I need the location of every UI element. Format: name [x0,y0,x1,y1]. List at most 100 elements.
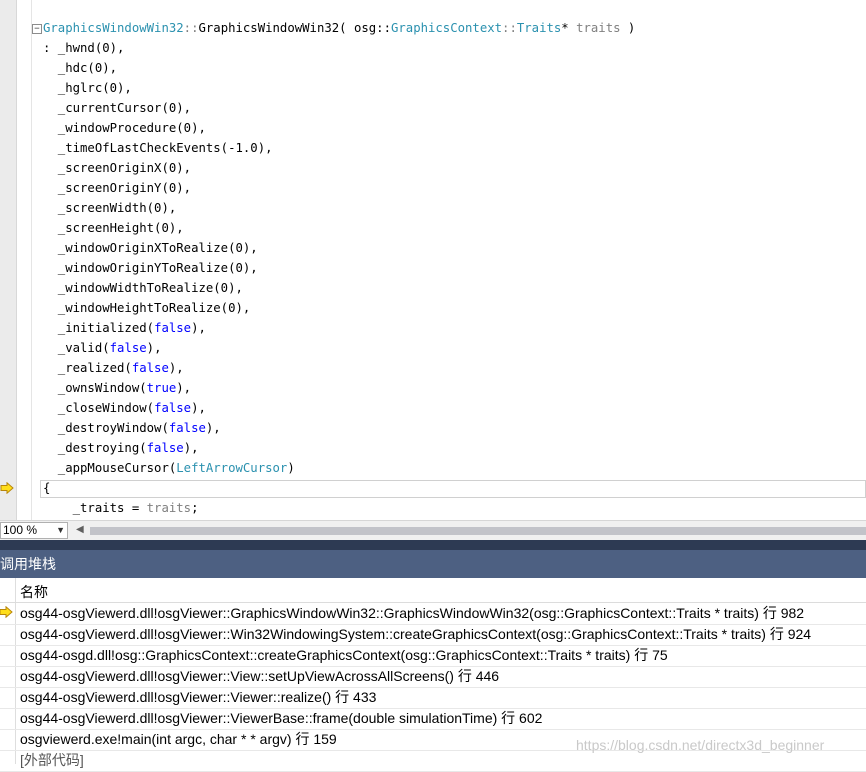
code-token: true [146,381,177,395]
call-stack-frame-label: [外部代码] [20,752,84,768]
code-line-text: _ownsWindow(true), [43,378,191,398]
code-line-text: _screenOriginY(0), [43,178,191,198]
column-header-name[interactable]: 名称 [20,582,48,602]
breakpoint-gutter[interactable] [0,0,17,520]
code-token: false [146,441,184,455]
call-stack-frame-label: osgviewerd.exe!main(int argc, char * * a… [20,731,337,747]
instruction-pointer-icon [0,482,14,494]
code-token: _closeWindow( [43,401,155,415]
code-line-text: _timeOfLastCheckEvents(-1.0), [43,138,273,158]
code-token: false [154,321,192,335]
code-line-text: _valid(false), [43,338,162,358]
table-header: 名称 [0,578,866,603]
watermark-url: https://blog.csdn.net/directx3d_beginner [576,737,825,753]
code-token: _windowWidthToRealize(0), [43,281,243,295]
code-token: _timeOfLastCheckEvents(-1.0), [43,141,273,155]
code-line-text: _realized(false), [43,358,184,378]
code-token: _windowOriginYToRealize(0), [43,261,258,275]
code-line-text: GraphicsWindowWin32::GraphicsWindowWin32… [43,18,635,38]
code-token: ), [176,381,192,395]
code-token: ), [191,401,206,415]
code-token: _screenOriginY(0), [43,181,192,195]
panel-title: 调用堆栈 [0,556,56,572]
code-line-text: : _hwnd(0), [43,38,124,58]
horizontal-scrollbar[interactable]: ◀ [70,523,866,538]
code-token: _destroying( [43,441,147,455]
code-token: GraphicsWindowWin32( osg:: [198,21,391,35]
code-token: : _hwnd(0), [43,41,125,55]
code-token: _windowOriginXToRealize(0), [43,241,258,255]
code-line-text: _hdc(0), [43,58,117,78]
call-stack-frame-label: osg44-osgViewerd.dll!osgViewer::ViewerBa… [20,710,543,726]
code-line-text: _windowWidthToRealize(0), [43,278,243,298]
chevron-down-icon[interactable]: ▼ [56,523,65,538]
code-token: false [154,401,192,415]
code-line-text: _appMouseCursor(LeftArrowCursor) [43,458,295,478]
call-stack-frame-label: osg44-osgViewerd.dll!osgViewer::Graphics… [20,605,805,621]
call-stack-row[interactable]: osg44-osgViewerd.dll!osgViewer::ViewerBa… [0,708,866,730]
call-stack-row[interactable]: osg44-osgViewerd.dll!osgViewer::Viewer::… [0,687,866,709]
call-stack-row[interactable]: osg44-osgd.dll!osg::GraphicsContext::cre… [0,645,866,667]
code-token: traits [146,501,192,515]
code-token: _realized( [43,361,132,375]
code-line-text: _windowOriginXToRealize(0), [43,238,258,258]
call-stack-frame-label: osg44-osgViewerd.dll!osgViewer::Win32Win… [20,626,812,642]
code-token: GraphicsContext [390,21,503,35]
scrollbar-thumb[interactable] [90,527,866,535]
code-token: _ownsWindow( [43,381,147,395]
call-stack-row[interactable]: [外部代码] [0,750,866,772]
code-token: ) [620,21,636,35]
code-token: :: [183,21,199,35]
editor-status-bar: 100 % ▼ ◀ [0,520,866,541]
code-token: _currentCursor(0), [43,101,192,115]
call-stack-frame-label: osg44-osgd.dll!osg::GraphicsContext::cre… [20,647,668,663]
call-stack-frame-label: osg44-osgViewerd.dll!osgViewer::View::se… [20,668,500,684]
code-line-text: _currentCursor(0), [43,98,191,118]
call-stack-panel-header: 调用堆栈 [0,550,866,578]
code-token: false [131,361,169,375]
code-token: ), [183,441,199,455]
code-token: :: [502,21,517,35]
zoom-select[interactable]: 100 % ▼ [0,522,68,539]
code-line-text: _destroyWindow(false), [43,418,221,438]
code-line-text: _screenWidth(0), [43,198,176,218]
code-token: _windowProcedure(0), [43,121,206,135]
panel-splitter[interactable] [0,540,866,550]
code-token: ), [191,321,206,335]
collapse-icon[interactable]: − [32,24,42,34]
code-token: ; [191,501,199,515]
code-token: _windowHeightToRealize(0), [43,301,251,315]
code-line-text: _windowHeightToRealize(0), [43,298,251,318]
code-token: ), [205,421,221,435]
code-line-text: _initialized(false), [43,318,206,338]
code-token: _hglrc(0), [43,81,132,95]
code-line-text: _windowOriginYToRealize(0), [43,258,258,278]
code-token: _screenHeight(0), [43,221,184,235]
code-token: _valid( [43,341,110,355]
code-token: Traits [516,21,562,35]
code-token: _appMouseCursor( [43,461,177,475]
call-stack-row[interactable]: osg44-osgViewerd.dll!osgViewer::Win32Win… [0,624,866,646]
code-token: LeftArrowCursor [176,461,288,475]
code-token: traits [576,21,621,35]
code-token: ) [287,461,295,475]
current-line-highlight [40,480,866,498]
call-stack-row[interactable]: osg44-osgViewerd.dll!osgViewer::View::se… [0,666,866,688]
code-line-text: _traits = traits; [43,498,199,518]
zoom-value: 100 % [3,523,38,537]
code-line-text: _screenOriginX(0), [43,158,191,178]
code-editor[interactable]: − GraphicsWindowWin32::GraphicsWindowWin… [0,0,866,520]
code-token: ), [146,341,162,355]
code-line-text: _closeWindow(false), [43,398,206,418]
code-line-text: _windowProcedure(0), [43,118,206,138]
code-token: _traits = [43,501,147,515]
code-token: false [109,341,147,355]
code-token: _screenWidth(0), [43,201,177,215]
code-token: _screenOriginX(0), [43,161,192,175]
code-token: * [561,21,577,35]
scroll-left-icon[interactable]: ◀ [76,524,84,535]
call-stack-row[interactable]: osg44-osgViewerd.dll!osgViewer::Graphics… [0,603,866,625]
code-token: ), [168,361,184,375]
editor-margin-divider [31,0,32,520]
code-line-text: _screenHeight(0), [43,218,184,238]
